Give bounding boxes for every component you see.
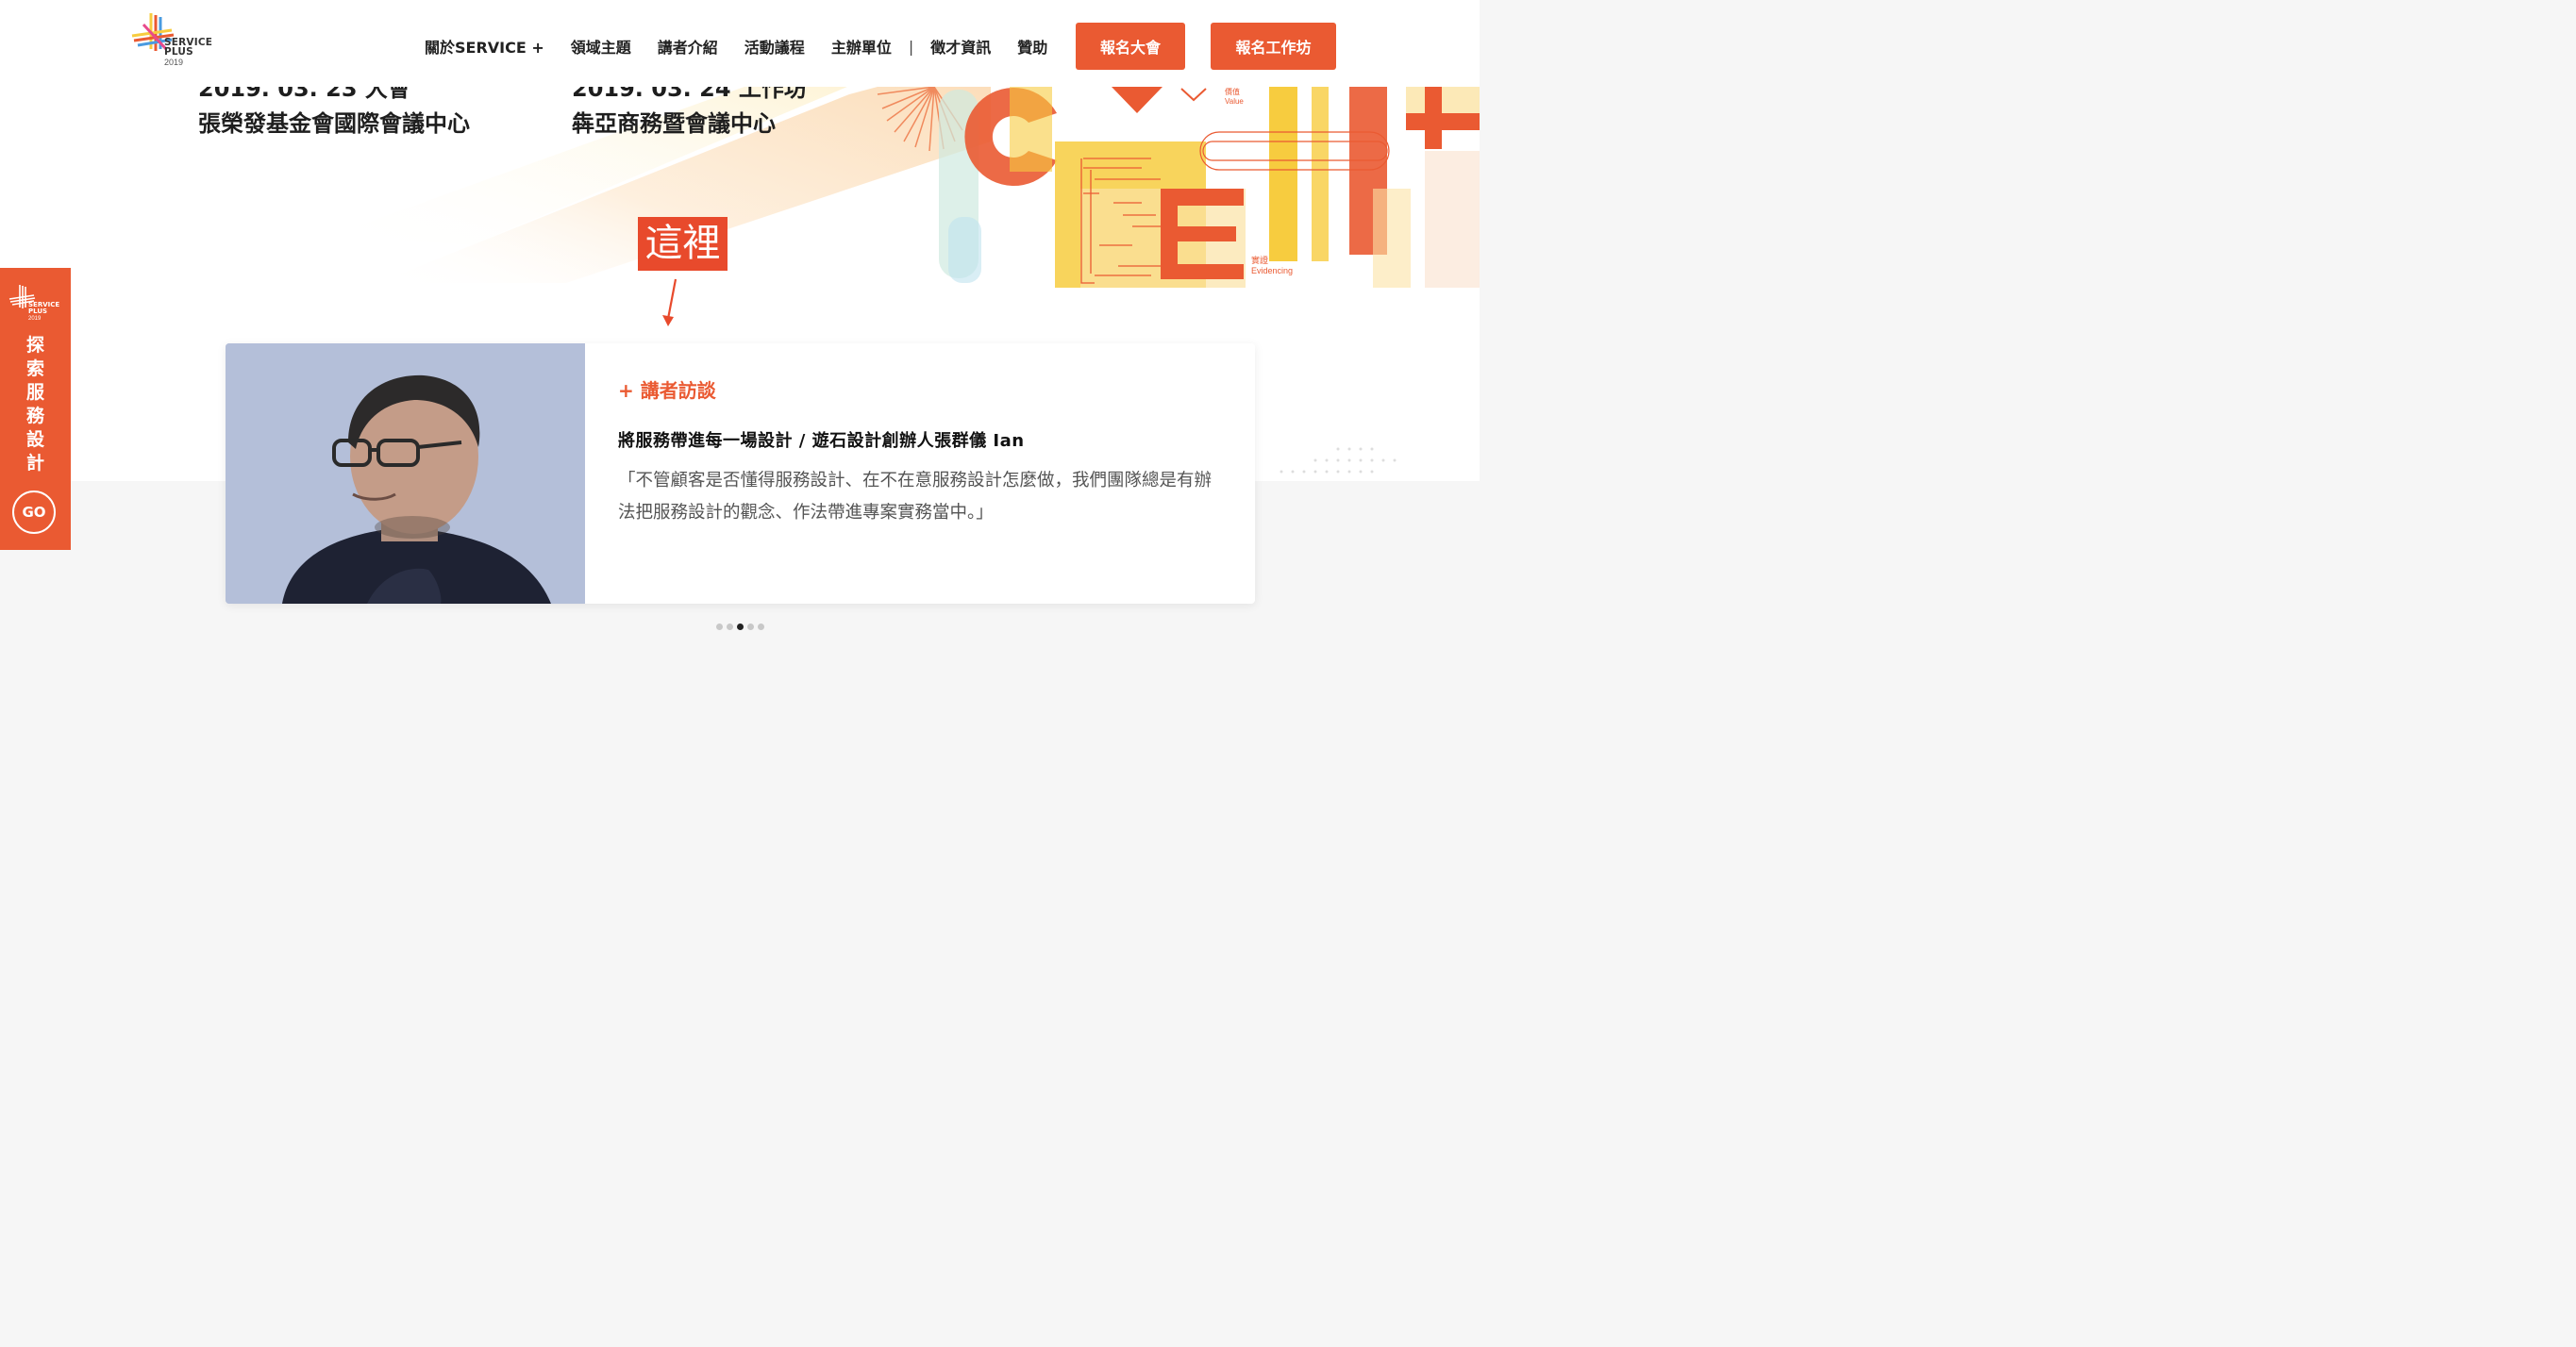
register-conference-button[interactable]: 報名大會 [1076,23,1185,70]
evidencing-label: 實證 Evidencing [1251,256,1294,275]
interview-quote: 「不管顧客是否懂得服務設計、在不在意服務設計怎麼做，我們團隊總是有辦法把服務設計… [618,471,1213,523]
interview-title: 將服務帶進每一場設計 / 遊石設計創辦人張群儀 Ian [618,431,1025,451]
nav-agenda[interactable]: 活動議程 [744,35,805,58]
sidebar-label: 探索服務設計 [25,335,44,474]
carousel-dot[interactable] [758,624,764,630]
carousel-dot[interactable] [716,624,723,630]
value-label: 價值 Value [1225,88,1244,106]
sidebar-logo-wordmark: SERVICE PLUS [28,301,60,315]
event-venue: 犇亞商務暨會議中心 [572,110,776,137]
nav-careers[interactable]: 徵才資訊 [930,35,991,58]
register-workshop-button[interactable]: 報名工作坊 [1211,23,1336,70]
decorative-dot-grid [1280,447,1397,474]
nav-organizers[interactable]: 主辦單位 [831,35,892,58]
nav-about[interactable]: 關於SERVICE + [425,35,544,58]
logo-year: 2019 [164,58,184,67]
carousel-dot[interactable] [737,624,744,630]
carousel-pager [716,624,764,630]
card-content: + 講者訪談 將服務帶進每一場設計 / 遊石設計創辦人張群儀 Ian 「不管顧客… [618,375,1222,529]
speaker-interview-card[interactable]: + 講者訪談 將服務帶進每一場設計 / 遊石設計創辦人張群儀 Ian 「不管顧客… [226,343,1255,604]
nav-sponsor[interactable]: 贊助 [1017,35,1047,58]
carousel-dot[interactable] [727,624,733,630]
logo-wordmark: SERVICE PLUS [164,37,213,58]
go-button[interactable]: GO [12,491,56,534]
speaker-photo [226,343,585,604]
annotation-arrow-icon [662,278,677,326]
site-header: SERVICE PLUS 2019 關於SERVICE + 領域主題 講者介紹 活… [0,0,1480,87]
explore-service-design-tab[interactable]: SERVICE PLUS 2019 探索服務設計 GO [0,268,71,550]
annotation-label: 這裡 [638,217,728,271]
main-nav: 關於SERVICE + 領域主題 講者介紹 活動議程 主辦單位 | 徵才資訊 贊… [425,35,1074,58]
sidebar-logo-year: 2019 [28,316,42,322]
nav-separator: | [908,37,914,56]
nav-speakers[interactable]: 講者介紹 [658,35,718,58]
carousel-dot[interactable] [747,624,754,630]
event-venue: 張榮發基金會國際會議中心 [198,110,470,137]
interview-tag: + 講者訪談 [618,379,716,402]
nav-topics[interactable]: 領域主題 [571,35,631,58]
